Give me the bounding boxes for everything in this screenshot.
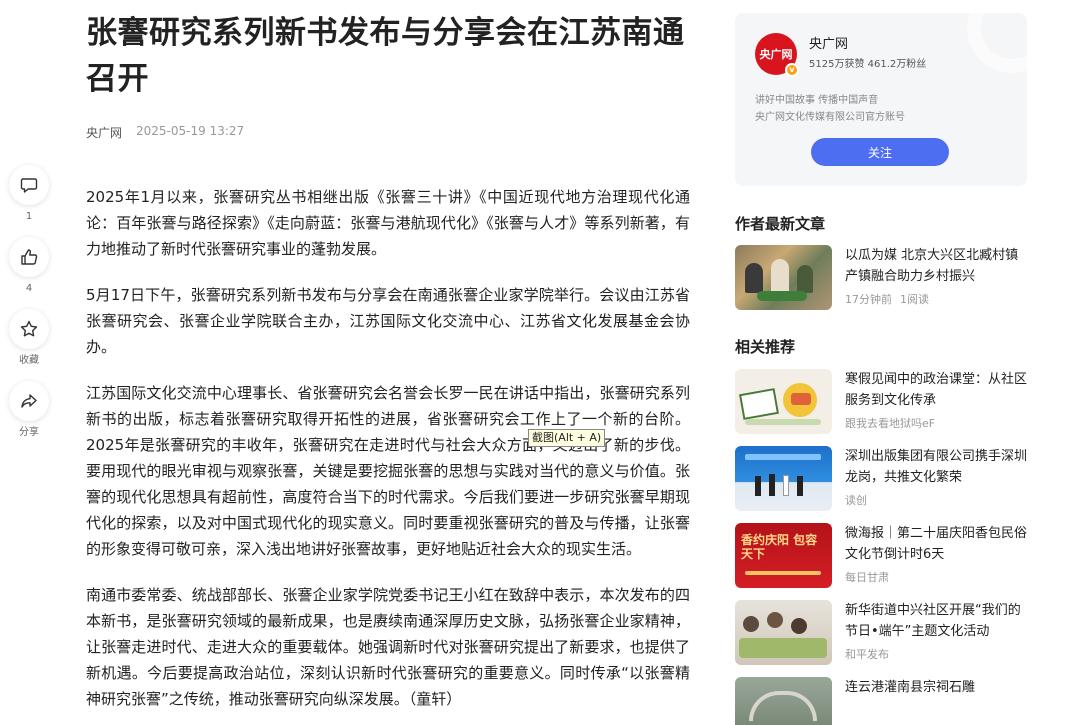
news-title[interactable]: 深圳出版集团有限公司携手深圳龙岗，共推文化繁荣 — [845, 446, 1027, 488]
article: 张謇研究系列新书发布与分享会在江苏南通召开 央广网 2025-05-19 13:… — [86, 10, 690, 725]
share-icon — [21, 394, 37, 408]
article-paragraph: 5月17日下午，张謇研究系列新书发布与分享会在南通张謇企业家学院举行。会议由江苏… — [86, 286, 690, 356]
news-title[interactable]: 微海报｜第二十届庆阳香包民俗文化节倒计时6天 — [845, 523, 1027, 565]
news-meta: 17分钟前 1阅读 — [845, 293, 1027, 307]
news-thumbnail[interactable] — [735, 677, 832, 725]
author-description: 讲好中国故事 传播中国声音 央广网文化传媒有限公司官方账号 — [755, 92, 1007, 126]
article-meta: 央广网 2025-05-19 13:27 — [86, 124, 690, 141]
author-account-info: 央广网文化传媒有限公司官方账号 — [755, 112, 905, 123]
author-info: 央广网 5125万获赞 461.2万粉丝 — [809, 36, 926, 72]
news-text: 微海报｜第二十届庆阳香包民俗文化节倒计时6天 每日甘肃 — [845, 523, 1027, 588]
author-slogan: 讲好中国故事 传播中国声音 — [755, 95, 879, 106]
favorite-label: 收藏 — [19, 355, 39, 366]
news-source: 读创 — [845, 494, 867, 507]
news-thumbnail[interactable]: 香约庆阳 包容天下 — [735, 523, 832, 588]
list-item[interactable]: 以瓜为媒 北京大兴区北臧村镇产镇融合助力乡村振兴 17分钟前 1阅读 — [735, 245, 1027, 310]
article-time: 2025-05-19 13:27 — [136, 124, 245, 138]
author-stats: 5125万获赞 461.2万粉丝 — [809, 59, 927, 70]
share-label: 分享 — [19, 427, 39, 438]
author-name[interactable]: 央广网 — [809, 36, 926, 54]
news-title[interactable]: 以瓜为媒 北京大兴区北臧村镇产镇融合助力乡村振兴 — [845, 245, 1027, 287]
avatar-text: 央广网 — [759, 48, 793, 61]
news-text: 寒假见闻中的政治课堂：从社区服务到文化传承 跟我去看地狱吗eF — [845, 369, 1027, 434]
news-thumbnail[interactable] — [735, 600, 832, 665]
article-paragraph: 江苏国际文化交流中心理事长、省张謇研究会名誉会长罗一民在讲话中指出，张謇研究系列… — [86, 384, 690, 558]
news-title[interactable]: 寒假见闻中的政治课堂：从社区服务到文化传承 — [845, 369, 1027, 411]
news-thumbnail[interactable] — [735, 245, 832, 310]
star-icon — [20, 320, 38, 337]
like-action[interactable]: 4 — [9, 237, 49, 295]
share-action[interactable]: 分享 — [9, 381, 49, 439]
article-paragraph: 2025年1月以来，张謇研究丛书相继出版《张謇三十讲》《中国近现代地方治理现代化… — [86, 188, 690, 258]
list-item[interactable]: 深圳出版集团有限公司携手深圳龙岗，共推文化繁荣 读创 — [735, 446, 1027, 511]
news-text: 连云港灌南县宗祠石雕 — [845, 677, 1027, 725]
comment-count: 1 — [25, 211, 33, 222]
sidebar: 央广网 v 央广网 5125万获赞 461.2万粉丝 讲好中国故事 传播中国声音… — [735, 13, 1027, 725]
news-reads: 1阅读 — [900, 293, 929, 306]
news-title[interactable]: 连云港灌南县宗祠石雕 — [845, 677, 1027, 698]
news-text: 深圳出版集团有限公司携手深圳龙岗，共推文化繁荣 读创 — [845, 446, 1027, 511]
news-title[interactable]: 新华街道中兴社区开展“我们的节日•端午”主题文化活动 — [845, 600, 1027, 642]
article-source[interactable]: 央广网 — [86, 124, 122, 141]
comment-icon — [20, 178, 38, 193]
news-source: 每日甘肃 — [845, 571, 889, 584]
like-button[interactable] — [9, 237, 49, 277]
list-item[interactable]: 寒假见闻中的政治课堂：从社区服务到文化传承 跟我去看地狱吗eF — [735, 369, 1027, 434]
news-thumbnail[interactable] — [735, 369, 832, 434]
related-heading: 相关推荐 — [735, 338, 796, 356]
latest-section: 作者最新文章 以瓜为媒 北京大兴区北臧村镇产镇融合助力乡村振兴 17分钟前 1阅读 — [735, 214, 1027, 310]
list-item[interactable]: 连云港灌南县宗祠石雕 — [735, 677, 1027, 725]
screenshot-tooltip: 截图(Alt + A) — [528, 429, 606, 447]
news-source: 跟我去看地狱吗eF — [845, 417, 936, 430]
like-count: 4 — [25, 283, 33, 294]
news-thumbnail[interactable] — [735, 446, 832, 511]
author-card: 央广网 v 央广网 5125万获赞 461.2万粉丝 讲好中国故事 传播中国声音… — [735, 13, 1027, 186]
avatar[interactable]: 央广网 v — [755, 33, 799, 77]
verified-badge-icon: v — [785, 63, 799, 77]
share-button[interactable] — [9, 381, 49, 421]
news-time: 17分钟前 — [845, 293, 892, 306]
latest-heading: 作者最新文章 — [735, 215, 826, 233]
news-text: 新华街道中兴社区开展“我们的节日•端午”主题文化活动 和平发布 — [845, 600, 1027, 665]
news-source: 和平发布 — [845, 648, 889, 661]
favorite-action[interactable]: 收藏 — [9, 309, 49, 367]
news-text: 以瓜为媒 北京大兴区北臧村镇产镇融合助力乡村振兴 17分钟前 1阅读 — [845, 245, 1027, 310]
comment-button[interactable] — [9, 165, 49, 205]
like-icon — [21, 249, 38, 265]
favorite-button[interactable] — [9, 309, 49, 349]
comment-action[interactable]: 1 — [9, 165, 49, 223]
related-section: 相关推荐 寒假见闻中的政治课堂：从社区服务到文化传承 跟我去看地狱吗eF 深圳出… — [735, 337, 1027, 725]
list-item[interactable]: 新华街道中兴社区开展“我们的节日•端午”主题文化活动 和平发布 — [735, 600, 1027, 665]
article-paragraph: 南通市委常委、统战部部长、张謇企业家学院党委书记王小红在致辞中表示，本次发布的四… — [86, 586, 690, 708]
thumbnail-caption: 香约庆阳 包容天下 — [741, 533, 818, 561]
article-title: 张謇研究系列新书发布与分享会在江苏南通召开 — [86, 15, 685, 97]
article-body: 2025年1月以来，张謇研究丛书相继出版《张謇三十讲》《中国近现代地方治理现代化… — [86, 184, 690, 712]
article-action-bar: 1 4 收藏 分享 — [9, 165, 49, 453]
list-item[interactable]: 香约庆阳 包容天下 微海报｜第二十届庆阳香包民俗文化节倒计时6天 每日甘肃 — [735, 523, 1027, 588]
follow-button[interactable]: 关注 — [811, 138, 949, 166]
